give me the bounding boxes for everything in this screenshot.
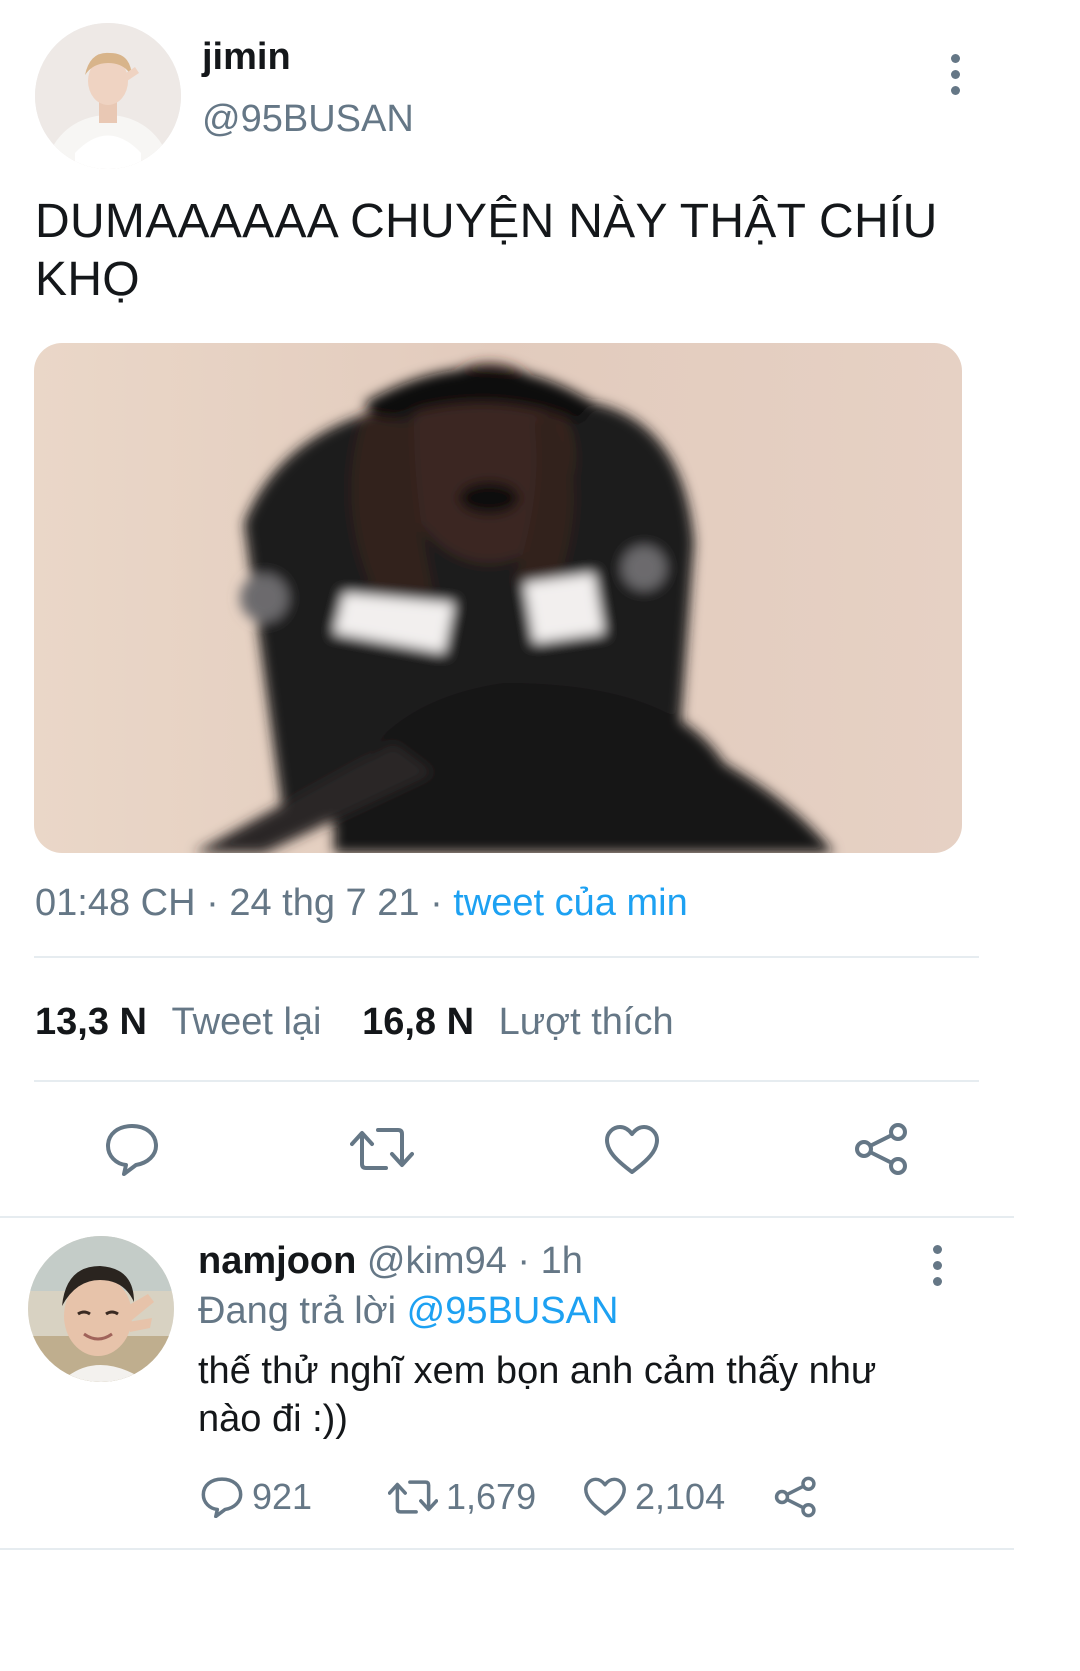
reply-author-avatar[interactable] <box>28 1236 174 1382</box>
divider <box>34 956 979 958</box>
author-name[interactable]: jimin <box>202 34 291 80</box>
divider <box>0 1548 1014 1550</box>
tweet-source-link[interactable]: tweet của min <box>453 882 687 924</box>
tweet-stats-row: 13,3 N Tweet lại 16,8 N Lượt thích <box>35 999 674 1045</box>
retweets-count: 13,3 N <box>35 1001 147 1043</box>
likes-label: Lượt thích <box>498 1001 674 1043</box>
reply-time: · 1h <box>517 1240 583 1282</box>
meta-separator: · <box>430 882 443 924</box>
replying-to-line: Đang trả lời @95BUSAN <box>198 1288 618 1334</box>
reply-text: thế thử nghĩ xem bọn anh cảm thấy như nà… <box>198 1350 877 1440</box>
reply-reply-button[interactable]: 921 <box>200 1476 312 1518</box>
like-button[interactable] <box>604 1124 660 1176</box>
like-icon <box>584 1477 626 1516</box>
share-icon <box>774 1476 816 1518</box>
retweets-label: Tweet lại <box>171 1001 322 1043</box>
share-icon <box>855 1123 907 1175</box>
retweet-count: 1,679 <box>446 1476 537 1517</box>
reply-button[interactable] <box>104 1122 160 1176</box>
replying-to-label: Đang trả lời <box>198 1290 397 1332</box>
reply-icon <box>106 1124 158 1176</box>
tweet-media-image[interactable] <box>34 343 962 853</box>
likes-count: 16,8 N <box>362 1001 475 1043</box>
reply-count: 921 <box>252 1476 313 1517</box>
reply-author-handle[interactable]: @kim94 <box>367 1240 507 1282</box>
tweet-date: 24 thg 7 21 <box>229 882 420 924</box>
likes-stat[interactable]: 16,8 N Lượt thích <box>362 1001 674 1043</box>
retweet-button[interactable] <box>350 1124 414 1174</box>
author-avatar[interactable] <box>35 23 181 169</box>
retweet-icon <box>388 1480 438 1514</box>
like-icon <box>605 1125 659 1174</box>
reply-header: namjoon @kim94 · 1h <box>198 1238 583 1284</box>
reply-share-button[interactable] <box>774 1476 818 1518</box>
more-options-icon[interactable] <box>945 54 965 95</box>
reply-retweet-button[interactable]: 1,679 <box>388 1476 536 1518</box>
retweets-stat[interactable]: 13,3 N Tweet lại <box>35 1001 332 1043</box>
like-count: 2,104 <box>635 1476 726 1517</box>
replying-to-handle[interactable]: @95BUSAN <box>407 1290 619 1332</box>
reply-like-button[interactable]: 2,104 <box>583 1476 725 1518</box>
divider <box>34 1080 979 1082</box>
meta-separator: · <box>206 882 219 924</box>
reply-icon <box>201 1477 243 1518</box>
tweet-time: 01:48 CH <box>35 882 196 924</box>
author-handle[interactable]: @95BUSAN <box>202 96 414 142</box>
share-button[interactable] <box>854 1122 910 1176</box>
tweet-meta-row: 01:48 CH · 24 thg 7 21 · tweet của min <box>35 880 688 926</box>
reply-author-name[interactable]: namjoon <box>198 1240 356 1282</box>
divider <box>0 1216 1014 1218</box>
retweet-icon <box>350 1128 414 1170</box>
tweet-text: DUMAAAAAA CHUYỆN NÀY THẬT CHÍU KHỌ <box>35 195 938 306</box>
reply-more-options-icon[interactable] <box>927 1245 947 1286</box>
